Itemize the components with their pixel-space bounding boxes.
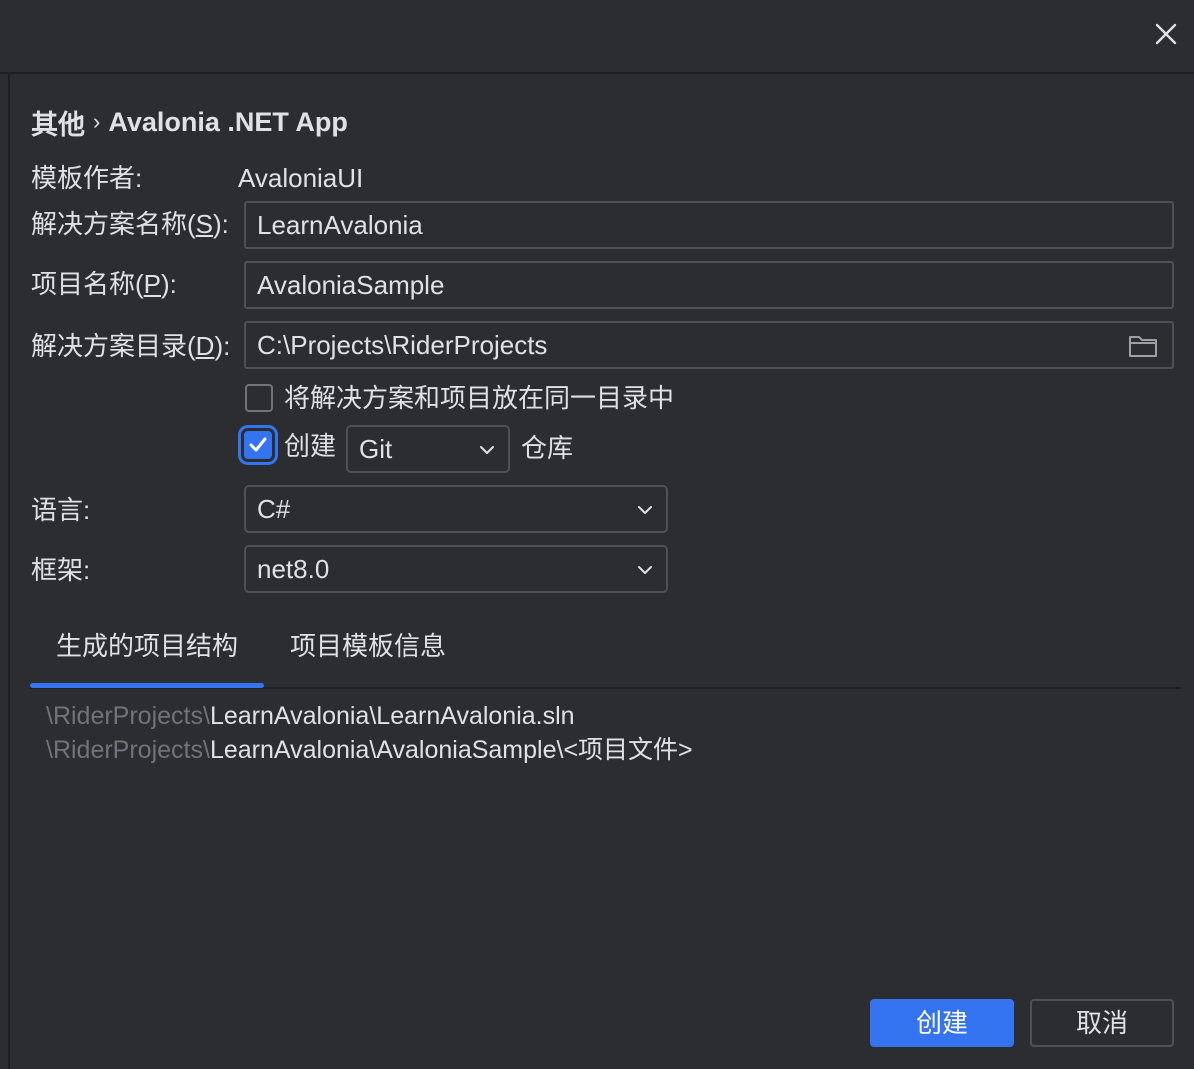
project-name-label: 项目名称(P): [31,269,177,299]
framework-select-value: net8.0 [257,554,330,584]
language-label: 语言: [31,495,91,525]
tab-generated-structure[interactable]: 生成的项目结构 [56,628,238,664]
same-directory-label: 将解决方案和项目放在同一目录中 [284,383,675,413]
create-button[interactable]: 创建 [870,999,1014,1047]
close-button[interactable] [1150,18,1182,50]
create-repository-label: 创建 [284,431,337,461]
chevron-down-icon [638,566,652,574]
framework-select[interactable]: net8.0 [244,545,668,593]
cancel-button[interactable]: 取消 [1030,999,1174,1047]
dialog-title-bar [0,0,1194,74]
structure-line-prefix: \RiderProjects\ [46,736,210,764]
close-icon [1155,23,1177,45]
chevron-down-icon [480,446,494,454]
project-name-input[interactable]: AvaloniaSample [244,261,1174,309]
structure-line: \RiderProjects\LearnAvalonia\AvaloniaSam… [46,734,693,766]
structure-line-prefix: \RiderProjects\ [46,702,210,730]
repository-suffix-label: 仓库 [521,433,574,463]
solution-directory-mnemonic: D [195,331,215,361]
solution-directory-value: C:\Projects\RiderProjects [257,330,548,360]
checkmark-icon [249,437,267,452]
template-author-label: 模板作者: [31,163,143,193]
solution-directory-label: 解决方案目录(D): [31,331,231,361]
structure-line-path: LearnAvalonia\AvaloniaSample\<项目文件> [209,736,693,764]
vcs-select[interactable]: Git [346,425,510,473]
vcs-select-value: Git [359,434,393,464]
framework-label: 框架: [31,555,91,585]
breadcrumb-category: 其他 [31,109,85,140]
structure-line-path: LearnAvalonia\LearnAvalonia.sln [209,702,575,730]
breadcrumb-template: Avalonia .NET App [108,106,348,137]
same-directory-checkbox[interactable] [245,384,273,412]
solution-name-mnemonic: S [195,209,214,239]
chevron-down-icon [638,506,652,514]
project-name-mnemonic: P [143,269,162,299]
breadcrumb-separator: › [93,109,101,134]
tab-template-info[interactable]: 项目模板信息 [290,628,446,664]
left-panel-edge [0,74,10,1069]
folder-icon[interactable] [1128,333,1158,359]
create-repository-checkbox[interactable] [244,431,272,459]
language-select[interactable]: C# [244,485,668,533]
language-select-value: C# [257,494,291,524]
structure-line: \RiderProjects\LearnAvalonia\LearnAvalon… [46,700,575,732]
solution-directory-input[interactable]: C:\Projects\RiderProjects [244,321,1174,369]
template-author-value: AvaloniaUI [238,163,364,193]
active-tab-indicator [30,683,264,688]
breadcrumb: 其他 › Avalonia .NET App [31,104,348,140]
solution-name-input[interactable]: LearnAvalonia [244,201,1174,249]
solution-name-label: 解决方案名称(S): [31,209,229,239]
